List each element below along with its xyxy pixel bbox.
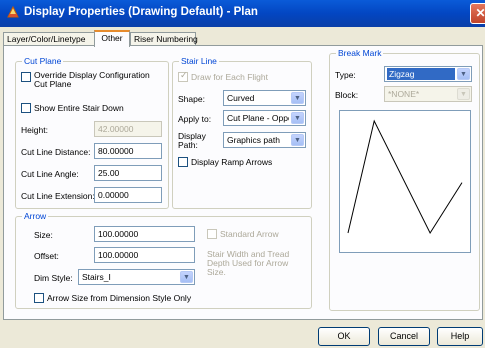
block-dropdown[interactable]: *NONE* ▼ (384, 86, 472, 102)
chevron-down-icon: ▼ (457, 88, 470, 100)
chevron-down-icon: ▼ (291, 134, 304, 146)
cut-line-angle-field[interactable]: 25.00 (94, 165, 162, 181)
cut-line-distance-field[interactable]: 80.00000 (94, 143, 162, 159)
arrow-size-from-dim-checkbox[interactable] (34, 293, 44, 303)
standard-arrow-label: Standard Arrow (220, 229, 279, 239)
tab-label: Riser Numbering (134, 34, 198, 44)
draw-each-flight-checkbox[interactable] (178, 70, 188, 82)
arrow-size-from-dim-label: Arrow Size from Dimension Style Only (47, 293, 192, 303)
shape-dropdown[interactable]: Curved ▼ (223, 90, 306, 106)
break-mark-legend: Break Mark (336, 48, 384, 58)
dim-style-value: Stairs_I (82, 272, 111, 282)
close-icon: ✕ (475, 6, 485, 20)
cut-line-extension-field[interactable]: 0.00000 (94, 187, 162, 203)
type-value: Zigzag (387, 68, 455, 80)
title-bar: Display Properties (Drawing Default) - P… (0, 0, 485, 27)
height-label: Height: (21, 125, 48, 135)
show-entire-stair-label: Show Entire Stair Down (34, 103, 124, 113)
arrow-offset-label: Offset: (34, 251, 59, 261)
chevron-down-icon: ▼ (457, 68, 470, 80)
close-button[interactable]: ✕ (470, 3, 485, 24)
shape-label: Shape: (178, 94, 205, 104)
type-label: Type: (335, 70, 356, 80)
chevron-down-icon: ▼ (291, 92, 304, 104)
dim-style-label: Dim Style: (34, 273, 73, 283)
cut-line-distance-label: Cut Line Distance: (21, 147, 91, 157)
ok-button-label: OK (337, 331, 351, 341)
break-mark-preview (339, 110, 471, 253)
block-label: Block: (335, 90, 359, 100)
override-config-checkbox[interactable] (21, 72, 31, 82)
arrow-size-field[interactable]: 100.00000 (94, 226, 195, 242)
chevron-down-icon: ▼ (180, 271, 193, 283)
shape-value: Curved (227, 93, 255, 103)
arrow-note-line3: Size. (207, 267, 226, 277)
display-path-label-line2: Path: (178, 140, 198, 150)
help-button-label: Help (450, 331, 470, 341)
zigzag-preview-graphic (347, 119, 463, 235)
tab-riser-numbering[interactable]: Riser Numbering (130, 32, 198, 46)
cut-line-angle-label: Cut Line Angle: (21, 169, 79, 179)
tab-label: Layer/Color/Linetype (7, 34, 86, 44)
show-entire-stair-checkbox[interactable] (21, 103, 31, 113)
apply-to-label: Apply to: (178, 114, 212, 124)
cancel-button[interactable]: Cancel (378, 327, 430, 346)
window-title: Display Properties (Drawing Default) - P… (24, 6, 258, 18)
display-path-dropdown[interactable]: Graphics path ▼ (223, 132, 306, 148)
ok-button[interactable]: OK (318, 327, 370, 346)
arrow-offset-field[interactable]: 100.00000 (94, 247, 195, 263)
height-field[interactable]: 42.00000 (94, 121, 162, 137)
app-icon (7, 5, 19, 18)
dim-style-dropdown[interactable]: Stairs_I ▼ (78, 269, 195, 285)
chevron-down-icon: ▼ (291, 112, 304, 124)
tab-other[interactable]: Other (94, 30, 130, 47)
type-dropdown[interactable]: Zigzag ▼ (384, 66, 472, 82)
block-value: *NONE* (388, 89, 420, 99)
tab-layer-color-linetype[interactable]: Layer/Color/Linetype (3, 32, 95, 46)
stair-line-legend: Stair Line (179, 56, 219, 66)
display-path-value: Graphics path (227, 135, 280, 145)
standard-arrow-checkbox[interactable] (207, 229, 217, 239)
cut-plane-legend: Cut Plane (22, 56, 64, 66)
tab-label: Other (101, 33, 123, 43)
cancel-button-label: Cancel (389, 331, 418, 341)
help-button[interactable]: Help (437, 327, 483, 346)
arrow-size-label: Size: (34, 230, 53, 240)
override-config-label-line2: Cut Plane (34, 79, 72, 89)
zigzag-line (347, 119, 463, 235)
apply-to-dropdown[interactable]: Cut Plane - Opposite ▼ (223, 110, 306, 126)
display-ramp-arrows-label: Display Ramp Arrows (191, 157, 273, 167)
draw-each-flight-label: Draw for Each Flight (191, 72, 268, 82)
display-ramp-arrows-checkbox[interactable] (178, 157, 188, 167)
apply-to-value: Cut Plane - Opposite (227, 113, 289, 123)
cut-line-extension-label: Cut Line Extension: (21, 191, 95, 201)
arrow-legend: Arrow (22, 211, 49, 221)
